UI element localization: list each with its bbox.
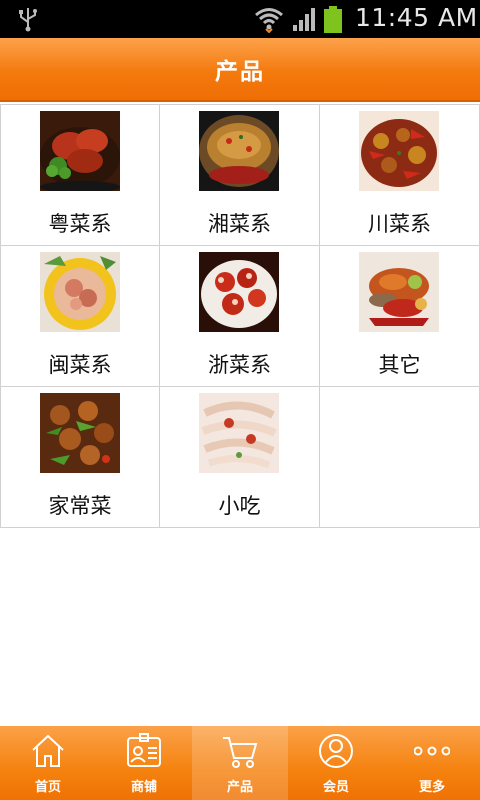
- status-time: 11:45 AM: [355, 3, 478, 32]
- tab-label: 商铺: [130, 780, 157, 795]
- cantonese-dish-image: [40, 111, 120, 191]
- category-label: 家常菜: [48, 494, 112, 518]
- other-dish-image: [359, 252, 439, 332]
- tab-member[interactable]: 会员: [288, 726, 384, 800]
- tab-shop[interactable]: 商铺: [96, 726, 192, 800]
- tab-label: 首页: [34, 780, 61, 795]
- category-item-fujian[interactable]: 闽菜系: [0, 246, 160, 387]
- category-label: 闽菜系: [48, 353, 112, 377]
- category-item-snack[interactable]: 小吃: [160, 387, 320, 528]
- cart-icon: [223, 737, 258, 768]
- home-icon: [32, 734, 64, 767]
- tab-label: 更多: [418, 780, 445, 795]
- category-item-other[interactable]: 其它: [320, 246, 480, 387]
- bottom-tab-bar: 首页 商铺 产品 会员 更多: [0, 726, 480, 800]
- wifi-icon: [255, 8, 283, 33]
- page-title: 产品: [215, 59, 265, 85]
- category-label: 湘菜系: [208, 212, 271, 236]
- usb-icon: [19, 8, 37, 32]
- member-icon: [319, 734, 353, 768]
- sichuan-dish-image: [359, 111, 439, 191]
- snack-dish-image: [199, 393, 279, 473]
- battery-icon: [324, 6, 342, 33]
- fujian-dish-image: [40, 252, 120, 332]
- category-label: 粤菜系: [48, 212, 112, 236]
- tab-label: 产品: [226, 780, 253, 795]
- category-item-cantonese[interactable]: 粤菜系: [0, 105, 160, 246]
- home-style-dish-image: [40, 393, 120, 473]
- signal-icon: [293, 8, 315, 31]
- hunan-dish-image: [199, 111, 279, 191]
- tab-home[interactable]: 首页: [0, 726, 96, 800]
- category-item-hunan[interactable]: 湘菜系: [160, 105, 320, 246]
- category-grid: 粤菜系 湘菜系 川菜系 闽菜系 浙菜系 其它 家常菜 小吃: [0, 104, 480, 528]
- tab-products[interactable]: 产品: [192, 726, 288, 800]
- more-dots-icon: [414, 746, 450, 756]
- category-item-home-style[interactable]: 家常菜: [0, 387, 160, 528]
- shop-card-icon: [127, 733, 161, 767]
- zhejiang-dish-image: [199, 252, 279, 332]
- category-item-sichuan[interactable]: 川菜系: [320, 105, 480, 246]
- tab-more[interactable]: 更多: [384, 726, 480, 800]
- empty-grid-cell: [320, 387, 480, 528]
- category-label: 川菜系: [368, 212, 431, 236]
- category-label: 其它: [378, 353, 421, 377]
- status-bar: 11:45 AM: [0, 0, 480, 38]
- category-label: 浙菜系: [208, 353, 271, 377]
- tab-label: 会员: [322, 780, 349, 795]
- category-item-zhejiang[interactable]: 浙菜系: [160, 246, 320, 387]
- title-bar: 产品: [0, 38, 480, 102]
- category-label: 小吃: [218, 494, 261, 518]
